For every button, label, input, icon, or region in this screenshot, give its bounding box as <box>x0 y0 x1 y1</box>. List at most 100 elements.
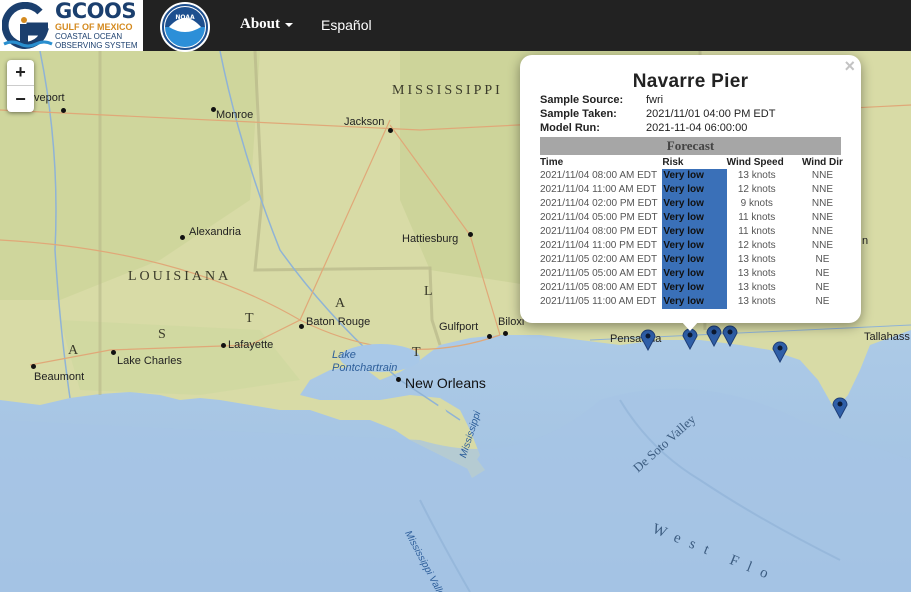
sample-source-label: Sample Source: <box>540 94 624 106</box>
forecast-risk: Very low <box>662 197 727 211</box>
forecast-risk: Very low <box>662 295 727 309</box>
station-marker[interactable] <box>772 341 788 363</box>
state-label-s: S <box>158 327 169 342</box>
city-label-jackson: Jackson <box>344 116 385 128</box>
espanol-link[interactable]: Español <box>321 17 372 33</box>
forecast-row: 2021/11/04 02:00 PM EDT Very low 9 knots NN… <box>540 197 850 211</box>
sample-taken-row: Sample Taken: 2021/11/01 04:00 PM EDT <box>540 108 775 120</box>
forecast-wind-dir: NNE <box>811 226 834 237</box>
city-label-lake-charles: Lake Charles <box>117 355 182 367</box>
city-dot <box>111 350 116 355</box>
forecast-heading: Forecast <box>540 137 841 155</box>
city-label-alexandria: Alexandria <box>189 226 241 238</box>
forecast-risk: Very low <box>662 239 727 253</box>
gcoos-logo-line2: COASTAL OCEAN <box>55 32 123 41</box>
forecast-time: 2021/11/04 11:00 PM EDT <box>540 240 657 251</box>
station-marker-selected[interactable] <box>682 328 698 350</box>
forecast-time: 2021/11/05 05:00 AM EDT <box>540 268 658 279</box>
forecast-time: 2021/11/05 11:00 AM EDT <box>540 296 657 307</box>
zoom-in-button[interactable]: + <box>7 60 34 86</box>
water-label-lake: Lake <box>332 349 356 361</box>
city-label-hattiesburg: Hattiesburg <box>402 233 459 245</box>
forecast-wind-speed: 13 knots <box>737 296 776 307</box>
city-label-gulfport: Gulfport <box>439 321 479 333</box>
city-dot <box>396 377 401 382</box>
forecast-row: 2021/11/04 11:00 AM EDT Very low 12 knots N… <box>540 183 850 197</box>
forecast-wind-dir: NE <box>815 282 830 293</box>
city-label-tallahassee: Tallahass <box>864 331 910 343</box>
forecast-row: 2021/11/05 02:00 AM EDT Very low 13 knots N… <box>540 253 850 267</box>
forecast-header-row: Time Risk Wind Speed Wind Dir <box>540 156 850 169</box>
state-label-mississippi: MISSISSIPPI <box>392 83 503 98</box>
forecast-wind-dir: NNE <box>811 212 834 223</box>
top-navbar: GCOOS GULF OF MEXICO COASTAL OCEAN OBSER… <box>0 0 911 52</box>
city-dot <box>468 232 473 237</box>
forecast-risk: Very low <box>662 253 727 267</box>
about-menu-label: About <box>240 16 281 32</box>
zoom-control: + − <box>7 60 34 112</box>
station-marker[interactable] <box>722 325 738 347</box>
station-marker[interactable] <box>832 397 848 419</box>
gcoos-logo[interactable]: GCOOS GULF OF MEXICO COASTAL OCEAN OBSER… <box>0 0 143 51</box>
forecast-time: 2021/11/05 02:00 AM EDT <box>540 254 658 265</box>
sample-source-value: fwri <box>646 94 664 106</box>
city-dot <box>487 334 492 339</box>
city-label-partial: n <box>862 235 869 247</box>
state-label-louisiana: LOUISIANA <box>128 269 232 284</box>
state-label-a: A <box>68 343 82 358</box>
city-label-new-orleans: New Orleans <box>405 375 486 391</box>
station-marker[interactable] <box>706 325 722 347</box>
model-run-label: Model Run: <box>540 122 600 134</box>
sample-source-row: Sample Source: fwri <box>540 94 663 106</box>
zoom-out-button[interactable]: − <box>7 86 34 112</box>
gcoos-logo-line1: GULF OF MEXICO <box>55 22 133 32</box>
city-label-baton-rouge: Baton Rouge <box>306 316 371 328</box>
col-header-wind-speed: Wind Speed <box>726 157 784 168</box>
about-menu[interactable]: About <box>240 16 294 33</box>
station-marker[interactable] <box>640 329 656 351</box>
forecast-risk: Very low <box>662 211 727 225</box>
city-dot <box>61 108 66 113</box>
col-header-time: Time <box>540 157 564 168</box>
forecast-wind-dir: NE <box>815 296 830 307</box>
caret-down-icon <box>285 22 294 27</box>
col-header-risk: Risk <box>662 157 684 168</box>
forecast-risk: Very low <box>662 183 727 197</box>
forecast-wind-speed: 12 knots <box>737 240 776 251</box>
noaa-logo-text: NOAA <box>175 14 195 21</box>
forecast-risk: Very low <box>662 281 727 295</box>
gcoos-logo-line3: OBSERVING SYSTEM <box>55 41 138 50</box>
state-label-t2: T <box>412 345 424 360</box>
city-dot <box>388 128 393 133</box>
forecast-time: 2021/11/04 02:00 PM EDT <box>540 198 658 209</box>
forecast-wind-dir: NNE <box>811 240 834 251</box>
city-dot <box>180 235 185 240</box>
state-label-a2: A <box>335 296 349 311</box>
city-dot <box>299 324 304 329</box>
forecast-time: 2021/11/04 08:00 AM EDT <box>540 170 658 181</box>
station-popup: × Navarre Pier Sample Source: fwri Sample… <box>520 55 861 323</box>
forecast-risk: Very low <box>662 169 727 183</box>
sample-taken-label: Sample Taken: <box>540 108 617 120</box>
forecast-wind-speed: 9 knots <box>740 198 773 209</box>
forecast-wind-speed: 11 knots <box>738 212 776 223</box>
forecast-wind-dir: NE <box>815 268 830 279</box>
forecast-row: 2021/11/04 11:00 PM EDT Very low 12 knots N… <box>540 239 850 253</box>
forecast-wind-speed: 13 knots <box>737 170 776 181</box>
noaa-logo[interactable]: NOAA <box>160 2 210 52</box>
forecast-wind-speed: 12 knots <box>737 184 776 195</box>
forecast-risk: Very low <box>662 225 727 239</box>
city-dot <box>31 364 36 369</box>
forecast-row: 2021/11/05 05:00 AM EDT Very low 13 knots N… <box>540 267 850 281</box>
forecast-row: 2021/11/04 08:00 PM EDT Very low 11 knots N… <box>540 225 850 239</box>
forecast-wind-speed: 13 knots <box>737 254 776 265</box>
forecast-row: 2021/11/04 05:00 PM EDT Very low 11 knots N… <box>540 211 850 225</box>
state-label-l: L <box>424 284 436 299</box>
forecast-time: 2021/11/04 11:00 AM EDT <box>540 184 657 195</box>
city-label-monroe: Monroe <box>216 109 254 121</box>
popup-title: Navarre Pier <box>632 71 749 92</box>
city-dot <box>221 343 226 348</box>
gcoos-logo-title: GCOOS <box>55 0 136 23</box>
city-dot <box>503 331 508 336</box>
forecast-wind-dir: NE <box>815 254 830 265</box>
